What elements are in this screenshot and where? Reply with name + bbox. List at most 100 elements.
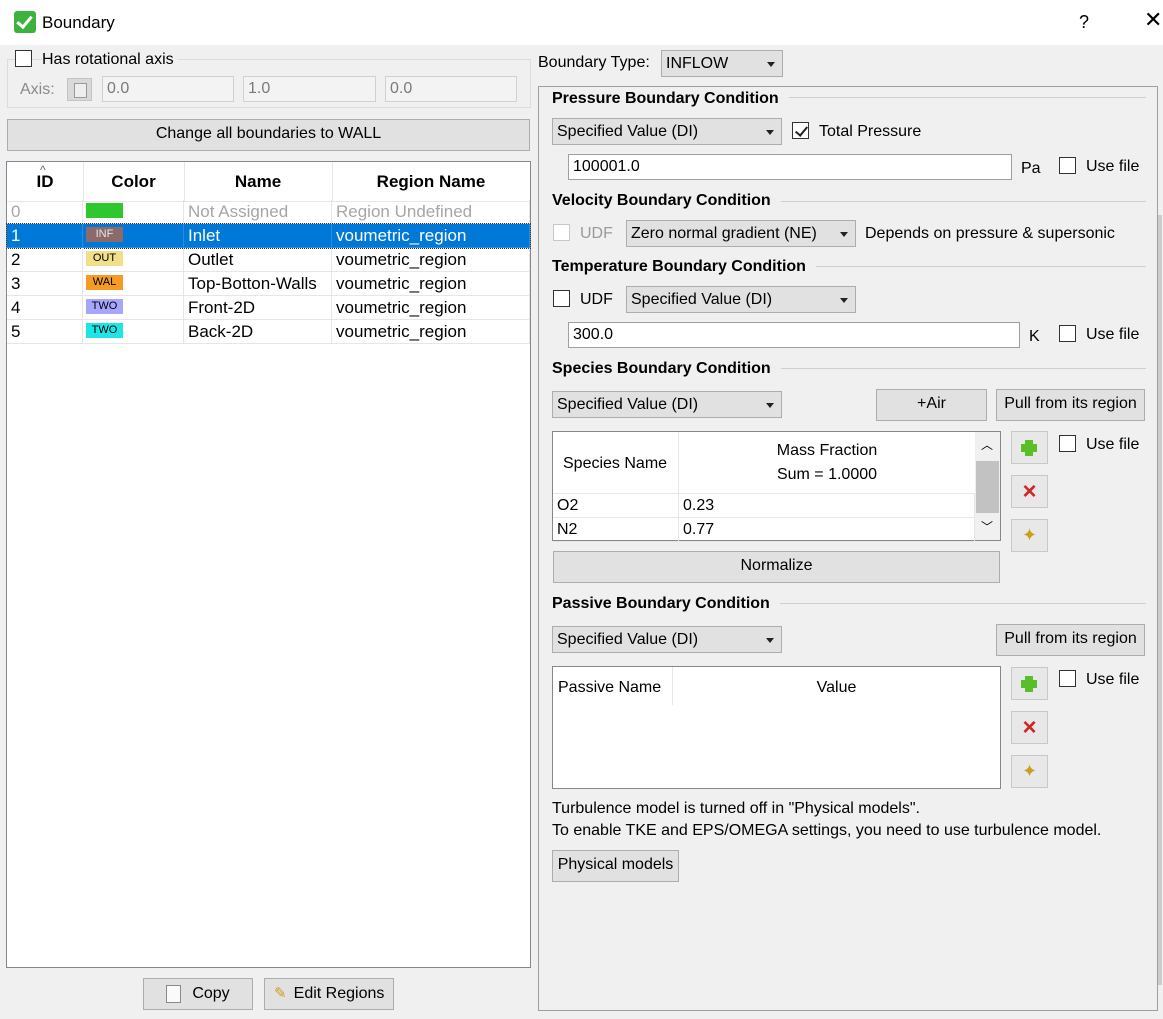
pencil-icon: ✎ bbox=[274, 985, 287, 1002]
velocity-udf-label: UDF bbox=[580, 225, 613, 242]
remove-species-icon[interactable]: × bbox=[1011, 475, 1048, 508]
passive-method-select[interactable]: Specified Value (DI) bbox=[552, 626, 782, 653]
species-row-value[interactable]: 0.23 bbox=[679, 494, 975, 518]
temperature-method-select[interactable]: Specified Value (DI) bbox=[626, 286, 856, 313]
mass-fraction-title: Mass Fraction bbox=[776, 442, 878, 459]
physical-models-button[interactable]: Physical models bbox=[552, 850, 679, 882]
pressure-value-input[interactable]: 100001.0 bbox=[568, 154, 1012, 180]
row-name: Not Assigned bbox=[184, 200, 332, 224]
table-row[interactable]: 3 WAL Top-Botton-Walls voumetric_region bbox=[7, 272, 530, 296]
row-region: voumetric_region bbox=[332, 320, 530, 344]
turbulence-note-line-2: To enable TKE and EPS/OMEGA settings, yo… bbox=[552, 822, 1102, 839]
row-id: 0 bbox=[7, 200, 83, 224]
row-color-cell: TWO bbox=[83, 320, 184, 344]
color-swatch: INF bbox=[86, 227, 123, 242]
table-row[interactable]: 0 Not Assigned Region Undefined bbox=[7, 200, 530, 224]
passive-value-header[interactable]: Value bbox=[673, 679, 1000, 697]
row-region: voumetric_region bbox=[332, 272, 530, 296]
close-icon[interactable]: ✕ bbox=[1144, 9, 1162, 31]
add-passive-icon[interactable] bbox=[1011, 667, 1048, 700]
edit-regions-button[interactable]: ✎ Edit Regions bbox=[264, 978, 394, 1010]
passive-use-file-label: Use file bbox=[1086, 671, 1140, 688]
species-method-select[interactable]: Specified Value (DI) bbox=[552, 391, 782, 418]
header-color[interactable]: Color bbox=[83, 172, 184, 192]
table-row[interactable]: 2 OUT Outlet voumetric_region bbox=[7, 248, 530, 272]
temperature-value-input[interactable]: 300.0 bbox=[568, 322, 1020, 348]
panel-scrollbar[interactable] bbox=[1158, 215, 1162, 985]
row-id: 3 bbox=[7, 272, 83, 296]
window-title: Boundary bbox=[42, 13, 115, 32]
scroll-up-icon[interactable]: ︿ bbox=[981, 436, 993, 453]
app-check-icon bbox=[14, 11, 36, 33]
passive-section-title: Passive Boundary Condition bbox=[552, 595, 780, 613]
mass-fraction-sum: Sum = 1.0000 bbox=[776, 466, 878, 483]
species-use-file-checkbox[interactable] bbox=[1059, 435, 1076, 452]
boundary-type-select[interactable]: INFLOW bbox=[661, 50, 783, 77]
boundary-type-label: Boundary Type: bbox=[538, 54, 650, 71]
row-color-cell: WAL bbox=[83, 272, 184, 296]
axis-z-field: 0.0 bbox=[385, 76, 517, 102]
has-rotational-axis-checkbox[interactable] bbox=[15, 50, 32, 67]
passive-name-header[interactable]: Passive Name bbox=[553, 667, 673, 705]
axis-label: Axis: bbox=[20, 81, 55, 98]
passive-pull-from-region-button[interactable]: Pull from its region bbox=[996, 624, 1145, 656]
pressure-use-file-label: Use file bbox=[1086, 158, 1140, 175]
species-use-file-label: Use file bbox=[1086, 436, 1140, 453]
temperature-use-file-checkbox[interactable] bbox=[1059, 325, 1076, 342]
header-name[interactable]: Name bbox=[184, 172, 332, 192]
scroll-down-icon[interactable]: ﹀ bbox=[981, 518, 993, 535]
temperature-udf-checkbox[interactable] bbox=[553, 290, 570, 307]
velocity-method-select[interactable]: Zero normal gradient (NE) bbox=[626, 220, 856, 247]
pressure-method-select[interactable]: Specified Value (DI) bbox=[552, 118, 782, 145]
clear-passive-icon[interactable]: ✦ bbox=[1011, 755, 1048, 788]
species-scrollbar[interactable]: ︿ ﹀ bbox=[975, 432, 1000, 540]
temperature-unit: K bbox=[1029, 328, 1040, 345]
color-swatch bbox=[86, 203, 123, 218]
row-color-cell: OUT bbox=[83, 248, 184, 272]
species-row-value[interactable]: 0.77 bbox=[679, 518, 975, 542]
help-icon[interactable]: ? bbox=[1079, 12, 1089, 33]
pressure-section-title: Pressure Boundary Condition bbox=[552, 90, 789, 108]
species-row-name[interactable]: O2 bbox=[553, 494, 679, 518]
table-row[interactable]: 5 TWO Back-2D voumetric_region bbox=[7, 320, 530, 344]
copy-button[interactable]: Copy bbox=[143, 978, 253, 1010]
species-pull-from-region-button[interactable]: Pull from its region bbox=[996, 389, 1145, 421]
passive-use-file-checkbox[interactable] bbox=[1059, 670, 1076, 687]
add-species-icon[interactable] bbox=[1011, 431, 1048, 464]
color-swatch: TWO bbox=[86, 299, 123, 314]
add-air-button[interactable]: +Air bbox=[876, 389, 987, 421]
change-all-to-wall-button[interactable]: Change all boundaries to WALL bbox=[7, 119, 530, 151]
normalize-button[interactable]: Normalize bbox=[553, 551, 1000, 583]
total-pressure-checkbox[interactable] bbox=[792, 122, 809, 139]
row-region: voumetric_region bbox=[332, 248, 530, 272]
velocity-udf-checkbox bbox=[553, 224, 570, 241]
velocity-section-title: Velocity Boundary Condition bbox=[552, 192, 781, 210]
row-id: 1 bbox=[7, 224, 83, 248]
species-name-header[interactable]: Species Name bbox=[553, 432, 679, 494]
row-id: 4 bbox=[7, 296, 83, 320]
has-rotational-axis-label: Has rotational axis bbox=[42, 51, 178, 69]
header-id[interactable]: ID bbox=[7, 172, 83, 192]
title-bar bbox=[0, 0, 1163, 45]
row-name: Top-Botton-Walls bbox=[184, 272, 332, 296]
header-region-name[interactable]: Region Name bbox=[332, 172, 530, 192]
row-region: voumetric_region bbox=[332, 296, 530, 320]
paste-icon bbox=[67, 78, 92, 101]
temperature-section-title: Temperature Boundary Condition bbox=[552, 258, 816, 276]
remove-passive-icon[interactable]: × bbox=[1011, 711, 1048, 744]
row-name: Inlet bbox=[184, 224, 332, 248]
color-swatch: TWO bbox=[86, 323, 123, 338]
axis-x-field: 0.0 bbox=[102, 76, 234, 102]
passive-table: Passive Name Value bbox=[552, 666, 1001, 789]
clear-species-icon[interactable]: ✦ bbox=[1011, 519, 1048, 552]
mass-fraction-header[interactable]: Mass Fraction Sum = 1.0000 bbox=[679, 432, 975, 494]
scroll-thumb[interactable] bbox=[976, 461, 999, 513]
pressure-use-file-checkbox[interactable] bbox=[1059, 157, 1076, 174]
turbulence-note-line-1: Turbulence model is turned off in "Physi… bbox=[552, 800, 920, 817]
table-row[interactable]: 4 TWO Front-2D voumetric_region bbox=[7, 296, 530, 320]
species-row-name[interactable]: N2 bbox=[553, 518, 679, 542]
color-swatch: OUT bbox=[86, 251, 123, 266]
axis-y-field: 1.0 bbox=[243, 76, 376, 102]
table-row-selected[interactable]: 1 INF Inlet voumetric_region bbox=[6, 223, 531, 249]
temperature-udf-label: UDF bbox=[580, 291, 613, 308]
